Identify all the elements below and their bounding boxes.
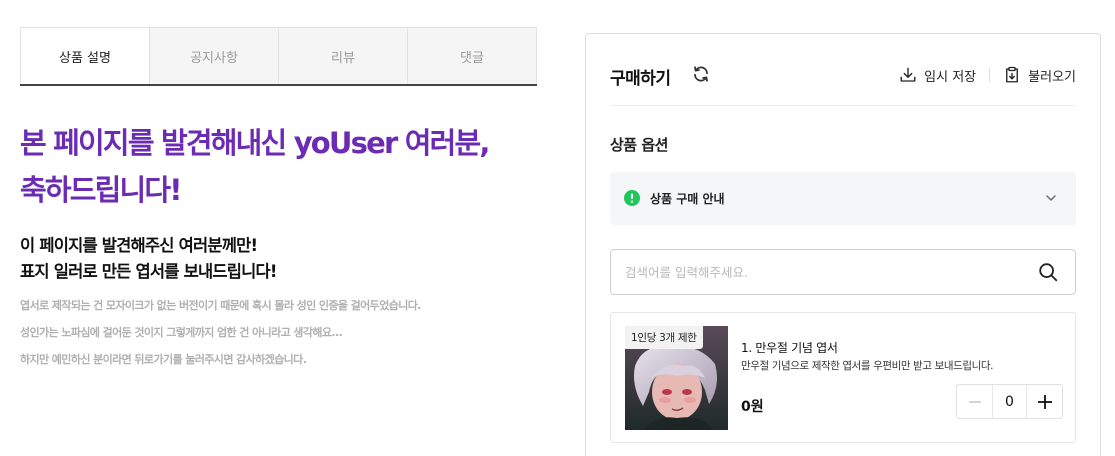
- hero-heading-line-1: 본 페이지를 발견해내신 yoUser 여러분,: [20, 126, 490, 160]
- product-option-card: 1인당 3개 제한 1. 만우절 기념 엽서 만우절 기념으로 제작한 엽서를 …: [610, 312, 1076, 443]
- purchase-panel-header: 구매하기 임시 저장 불러오기: [610, 56, 1076, 106]
- product-thumbnail: 1인당 3개 제한: [625, 326, 728, 430]
- product-price: 0원: [741, 399, 764, 415]
- quantity-value[interactable]: 0: [992, 385, 1027, 418]
- refresh-icon[interactable]: [692, 65, 710, 83]
- product-tabs: 상품 설명 공지사항 리뷰 댓글: [20, 27, 537, 86]
- download-icon: [900, 67, 916, 82]
- notice-label: 상품 구매 안내: [650, 192, 725, 206]
- product-description: 만우절 기념으로 제작한 엽서를 우편비만 받고 보내드립니다.: [741, 360, 994, 372]
- clipboard-icon: [1006, 66, 1019, 83]
- sub-heading: 이 페이지를 발견해주신 여러분께만! 표지 일러로 만든 엽서를 보내드립니다…: [20, 233, 540, 285]
- description-line-1: 엽서로 제작되는 건 모자이크가 없는 버전이기 때문에 혹시 몰라 성인 인증…: [20, 299, 421, 312]
- hero-heading-line-2: 축하드립니다!: [20, 173, 183, 207]
- purchase-limit-badge: 1인당 3개 제한: [625, 326, 703, 349]
- tab-product-description[interactable]: 상품 설명: [20, 27, 150, 84]
- increase-quantity-button[interactable]: [1027, 385, 1062, 418]
- purchase-panel: 구매하기 임시 저장 불러오기 상품 옵션 상품 구매 안내 검색어를 입력해주…: [585, 33, 1101, 456]
- tab-reviews[interactable]: 리뷰: [279, 27, 408, 84]
- product-options-label: 상품 옵션: [610, 136, 668, 154]
- decrease-quantity-button[interactable]: [957, 385, 992, 418]
- tab-comments[interactable]: 댓글: [408, 27, 537, 84]
- purchase-notice-accordion[interactable]: 상품 구매 안내: [610, 172, 1076, 225]
- sub-heading-line-1: 이 페이지를 발견해주신 여러분께만!: [20, 236, 258, 255]
- header-divider: [989, 68, 991, 82]
- chevron-down-icon: [1046, 195, 1056, 201]
- search-icon[interactable]: [1037, 261, 1059, 283]
- temp-save-label: 임시 저장: [924, 69, 977, 85]
- description-line-2: 성인가는 노파심에 걸어둔 것이지 그렇게까지 엄한 건 아니라고 생각해요..…: [20, 326, 343, 339]
- search-box: [610, 249, 1076, 295]
- product-name: 1. 만우절 기념 엽서: [741, 341, 838, 355]
- info-icon: [624, 190, 640, 206]
- panel-title: 구매하기: [610, 69, 671, 89]
- minus-icon: [968, 400, 981, 403]
- sub-heading-line-2: 표지 일러로 만든 엽서를 보내드립니다!: [20, 262, 277, 281]
- temp-save-button[interactable]: 임시 저장: [899, 66, 976, 85]
- description-line-3: 하지만 예민하신 분이라면 뒤로가기를 눌러주시면 감사하겠습니다.: [20, 353, 307, 366]
- header-actions: 임시 저장 불러오기: [899, 64, 1076, 86]
- description-block: 엽서로 제작되는 건 모자이크가 없는 버전이기 때문에 혹시 몰라 성인 인증…: [20, 292, 540, 373]
- quantity-stepper: 0: [956, 384, 1063, 419]
- load-label: 불러오기: [1028, 69, 1076, 85]
- load-button[interactable]: 불러오기: [1003, 66, 1076, 85]
- hero-heading: 본 페이지를 발견해내신 yoUser 여러분, 축하드립니다!: [20, 120, 540, 214]
- plus-icon: [1037, 394, 1052, 409]
- search-input[interactable]: [625, 250, 1025, 294]
- tab-notices[interactable]: 공지사항: [150, 27, 279, 84]
